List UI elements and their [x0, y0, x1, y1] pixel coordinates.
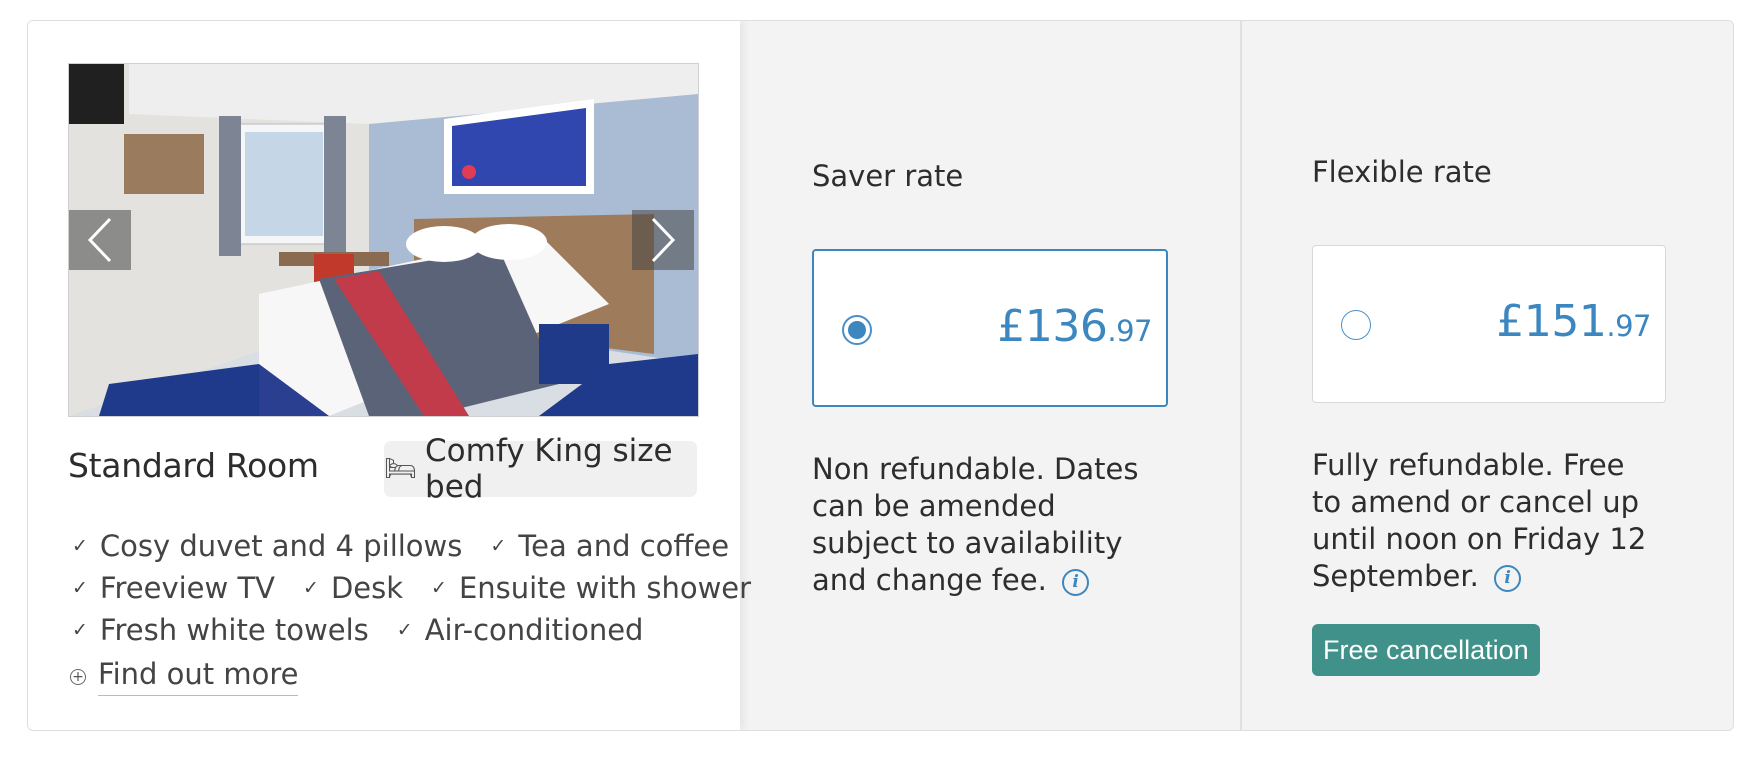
saver-rate-title: Saver rate — [812, 159, 964, 193]
amenity-item: ✓ Tea and coffee — [490, 529, 730, 563]
bed-type-label: Comfy King size bed — [425, 433, 673, 505]
check-icon: ✓ — [72, 535, 88, 557]
carousel-prev-button[interactable] — [69, 210, 131, 270]
saver-rate-panel: Saver rate £136.97 Non refundable. Dates… — [740, 21, 1240, 730]
find-out-more-link[interactable]: + Find out more — [70, 657, 299, 696]
amenities-row: ✓ Freeview TV ✓ Desk ✓ Ensuite with shower — [68, 567, 751, 609]
amenity-item: ✓ Desk — [303, 571, 404, 605]
bed-type-badge: 🛏 Comfy King size bed — [384, 433, 697, 505]
amenity-item: ✓ Air-conditioned — [396, 613, 644, 647]
info-icon[interactable]: i — [1062, 568, 1090, 596]
amenities-row: ✓ Cosy duvet and 4 pillows ✓ Tea and coffe… — [68, 525, 729, 567]
check-icon: ✓ — [490, 535, 507, 557]
check-icon: ✓ — [72, 619, 88, 641]
find-out-more-label[interactable]: Find out more — [98, 657, 299, 696]
chevron-left-icon — [87, 217, 112, 263]
flexible-rate-option[interactable]: £151.97 — [1312, 245, 1666, 403]
saver-rate-description: Non refundable. Dates can be amended sub… — [812, 452, 1139, 597]
check-icon: ✓ — [72, 577, 88, 599]
flexible-rate-title: Flexible rate — [1312, 155, 1492, 189]
radio-selected-dot — [848, 321, 866, 339]
room-title: Standard Room — [68, 446, 319, 485]
room-photo — [69, 64, 698, 416]
carousel-next-button[interactable] — [632, 210, 694, 270]
amenity-item: ✓ Fresh white towels — [72, 613, 369, 647]
room-rate-card: Standard Room 🛏 Comfy King size bed ✓ Cos… — [27, 20, 1734, 731]
check-icon: ✓ — [303, 577, 319, 599]
free-cancellation-badge: Free cancellation — [1312, 624, 1540, 676]
chevron-right-icon — [651, 217, 676, 263]
flexible-rate-description: Fully refundable. Free to amend or cance… — [1312, 448, 1647, 593]
flexible-rate-radio[interactable] — [1341, 310, 1371, 340]
amenity-item: ✓ Ensuite with shower — [431, 571, 752, 605]
room-image-carousel[interactable] — [68, 63, 699, 417]
amenity-item: ✓ Freeview TV — [72, 571, 276, 605]
info-icon[interactable]: i — [1494, 564, 1522, 592]
amenity-item: ✓ Cosy duvet and 4 pillows — [72, 529, 463, 563]
bed-icon: 🛏 — [384, 454, 418, 484]
room-info-panel: Standard Room 🛏 Comfy King size bed ✓ Cos… — [28, 21, 751, 730]
check-icon: ✓ — [431, 577, 447, 599]
saver-rate-radio[interactable] — [842, 315, 872, 345]
saver-rate-price: £136.97 — [997, 301, 1152, 352]
saver-rate-option[interactable]: £136.97 — [812, 249, 1168, 407]
amenities-list: ✓ Cosy duvet and 4 pillows ✓ Tea and coffe… — [68, 525, 751, 651]
flexible-rate-panel: Flexible rate £151.97 Fully refundable. … — [1240, 21, 1733, 730]
check-icon: ✓ — [396, 619, 413, 641]
flexible-rate-price: £151.97 — [1496, 296, 1651, 347]
plus-circle-icon: + — [70, 668, 86, 685]
amenities-row: ✓ Fresh white towels ✓ Air-conditioned — [68, 609, 708, 651]
